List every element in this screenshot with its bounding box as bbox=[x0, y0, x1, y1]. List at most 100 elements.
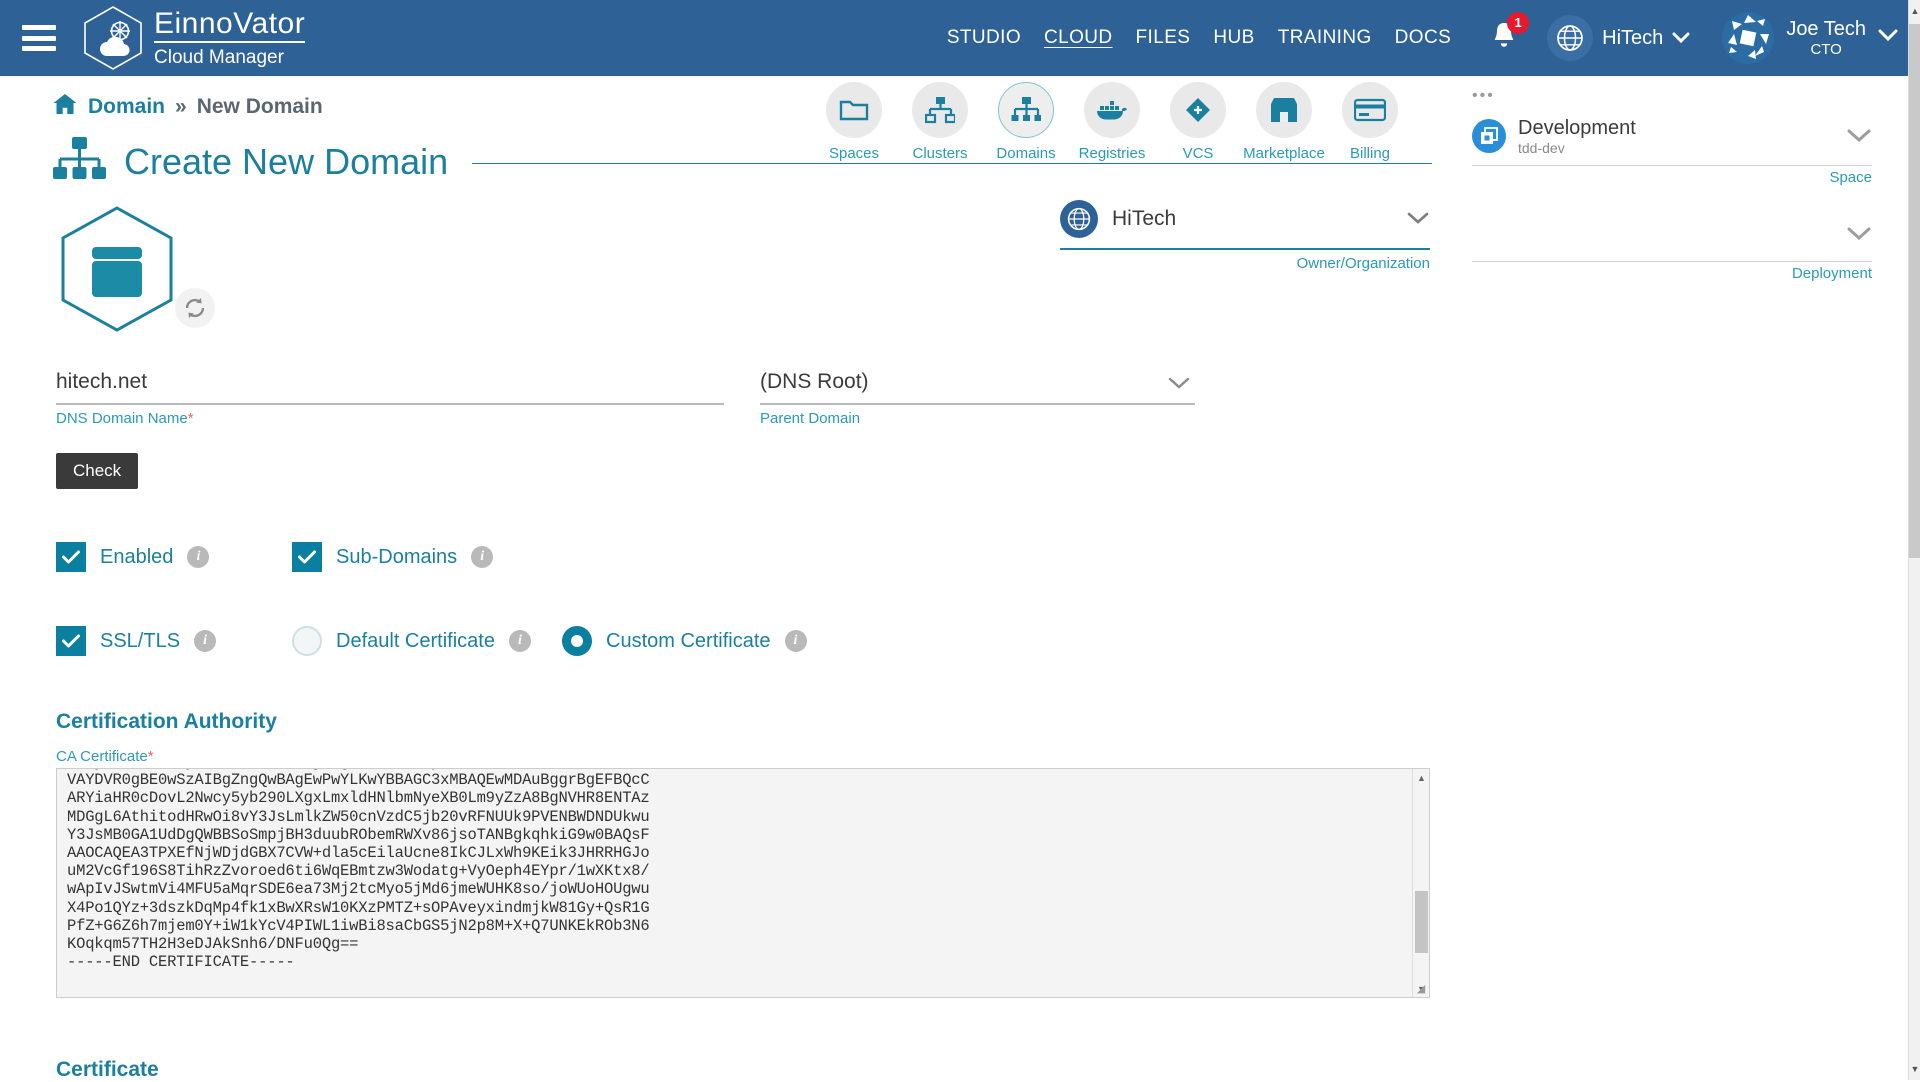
space-selector[interactable]: Development tdd-dev bbox=[1472, 110, 1872, 166]
chevron-down-icon[interactable] bbox=[1846, 123, 1872, 149]
nav-item-studio[interactable]: STUDIO bbox=[947, 27, 1021, 49]
custom-certificate-label: Custom Certificate bbox=[606, 629, 771, 652]
scrollbar-thumb[interactable] bbox=[1415, 891, 1428, 953]
scrollbar-thumb[interactable] bbox=[1909, 24, 1920, 558]
brand-subtitle: Cloud Manager bbox=[154, 47, 284, 68]
ca-certificate-label-row: CA Certificate* bbox=[56, 748, 154, 765]
option-ssl-tls[interactable]: SSL/TLS i bbox=[56, 626, 217, 656]
space-slug: tdd-dev bbox=[1518, 140, 1565, 156]
globe-icon bbox=[1547, 15, 1594, 61]
check-button[interactable]: Check bbox=[56, 453, 139, 489]
default-certificate-label: Default Certificate bbox=[336, 629, 495, 652]
check-icon bbox=[62, 634, 80, 648]
breadcrumb-separator: » bbox=[175, 95, 187, 118]
organization-label: HiTech bbox=[1602, 26, 1664, 49]
notification-badge: 1 bbox=[1507, 11, 1530, 34]
user-menu[interactable]: Joe Tech CTO bbox=[1722, 12, 1908, 64]
nav-item-training[interactable]: TRAINING bbox=[1278, 27, 1372, 49]
info-icon[interactable]: i bbox=[784, 630, 807, 652]
docker-whale-icon bbox=[1097, 101, 1127, 120]
scroll-up-icon[interactable]: ▲ bbox=[1909, 0, 1920, 22]
user-name: Joe Tech bbox=[1786, 17, 1866, 40]
notifications-button[interactable]: 1 bbox=[1489, 11, 1530, 57]
ca-certificate-text[interactable]: c3Ryb290Y2F4My5wN2MwHwYDVR0jBBgwFoAUxKex… bbox=[67, 769, 1397, 971]
chevron-down-icon[interactable] bbox=[1167, 372, 1191, 396]
toolbar-item-clusters[interactable]: Clusters bbox=[906, 82, 974, 162]
check-icon bbox=[298, 550, 316, 564]
enabled-checkbox[interactable] bbox=[56, 542, 86, 572]
toolbar-label-registries: Registries bbox=[1078, 145, 1146, 162]
page-scrollbar[interactable]: ▲ ▼ bbox=[1908, 0, 1920, 1080]
deployment-selector[interactable] bbox=[1472, 208, 1872, 262]
toolbar-item-registries[interactable]: Registries bbox=[1078, 82, 1146, 162]
dns-domain-name-value[interactable]: hitech.net bbox=[56, 370, 724, 403]
space-icon bbox=[1472, 119, 1506, 154]
folder-icon bbox=[839, 100, 869, 121]
cloud-hexagon-icon bbox=[82, 5, 144, 71]
enabled-label: Enabled bbox=[100, 545, 174, 568]
resize-grip-icon[interactable]: ◢ bbox=[1414, 982, 1428, 996]
domain-avatar bbox=[58, 205, 278, 332]
chevron-down-icon bbox=[1672, 27, 1690, 50]
nav-item-docs[interactable]: DOCS bbox=[1395, 27, 1452, 49]
certification-authority-heading: Certification Authority bbox=[56, 710, 277, 733]
menu-toggle-icon[interactable] bbox=[22, 25, 56, 51]
ca-certificate-textarea[interactable]: c3Ryb290Y2F4My5wN2MwHwYDVR0jBBgwFoAUxKex… bbox=[56, 768, 1430, 998]
ssl-tls-checkbox[interactable] bbox=[56, 626, 86, 656]
cluster-icon bbox=[925, 97, 955, 124]
page-title: Create New Domain bbox=[124, 140, 449, 182]
textarea-scrollbar[interactable]: ▲ ▼ bbox=[1412, 769, 1429, 997]
toolbar-label-billing: Billing bbox=[1349, 145, 1391, 162]
option-enabled[interactable]: Enabled i bbox=[56, 542, 210, 572]
domains-icon bbox=[1011, 97, 1041, 121]
info-icon[interactable]: i bbox=[194, 630, 217, 652]
certificate-heading: Certificate bbox=[56, 1058, 159, 1081]
toolbar-item-vcs[interactable]: VCS bbox=[1164, 82, 1232, 162]
info-icon[interactable]: i bbox=[187, 546, 210, 568]
sub-domains-label: Sub-Domains bbox=[336, 545, 458, 568]
scroll-down-icon[interactable]: ▼ bbox=[1909, 1058, 1920, 1080]
deployment-field-caption: Deployment bbox=[1791, 264, 1872, 282]
owner-value: HiTech bbox=[1112, 207, 1177, 230]
parent-domain-field[interactable]: (DNS Root) Parent Domain bbox=[760, 370, 1195, 427]
marketplace-icon bbox=[1271, 98, 1297, 122]
space-name: Development bbox=[1518, 117, 1636, 139]
option-custom-certificate[interactable]: Custom Certificate i bbox=[562, 626, 807, 656]
space-field-caption: Space bbox=[1829, 168, 1872, 186]
brand-name: EinnoVator bbox=[154, 9, 306, 43]
custom-certificate-radio[interactable] bbox=[562, 626, 592, 656]
chevron-down-icon[interactable] bbox=[1846, 221, 1872, 247]
refresh-avatar-button[interactable] bbox=[175, 288, 215, 328]
sub-domains-checkbox[interactable] bbox=[292, 542, 322, 572]
toolbar-item-domains[interactable]: Domains bbox=[992, 82, 1060, 162]
panel-more-icon[interactable]: ••• bbox=[1472, 88, 1872, 104]
space-panel: ••• Development tdd-dev Space Deployment bbox=[1472, 88, 1872, 282]
option-default-certificate[interactable]: Default Certificate i bbox=[292, 626, 531, 656]
toolbar-item-billing[interactable]: Billing bbox=[1336, 82, 1404, 162]
breadcrumb-domain[interactable]: Domain bbox=[88, 95, 165, 119]
check-icon bbox=[62, 550, 80, 564]
nav-item-files[interactable]: FILES bbox=[1136, 27, 1191, 49]
toolbar-label-spaces: Spaces bbox=[828, 145, 880, 162]
info-icon[interactable]: i bbox=[508, 630, 531, 652]
scroll-up-icon[interactable]: ▲ bbox=[1413, 769, 1429, 786]
chevron-down-icon[interactable] bbox=[1406, 208, 1430, 231]
nav-item-hub[interactable]: HUB bbox=[1213, 27, 1254, 49]
toolbar-item-marketplace[interactable]: Marketplace bbox=[1243, 82, 1325, 162]
owner-organization-field[interactable]: HiTech Owner/Organization bbox=[1060, 200, 1430, 272]
info-icon[interactable]: i bbox=[471, 546, 494, 568]
user-role: CTO bbox=[1810, 40, 1842, 58]
toolbar-item-spaces[interactable]: Spaces bbox=[820, 82, 888, 162]
owner-caption: Owner/Organization bbox=[1296, 255, 1430, 272]
organization-selector[interactable]: HiTech bbox=[1541, 15, 1706, 61]
app-logo[interactable]: EinnoVator Cloud Manager bbox=[82, 5, 306, 71]
dns-domain-name-field[interactable]: hitech.net DNS Domain Name* bbox=[56, 370, 724, 427]
option-sub-domains[interactable]: Sub-Domains i bbox=[292, 542, 494, 572]
required-marker: * bbox=[187, 410, 194, 427]
main-nav: STUDIO CLOUD FILES HUB TRAINING DOCS bbox=[947, 27, 1451, 49]
home-icon[interactable] bbox=[52, 92, 78, 122]
nav-item-cloud[interactable]: CLOUD bbox=[1044, 27, 1113, 49]
toolbar-label-vcs: VCS bbox=[1182, 145, 1214, 162]
breadcrumb: Domain » New Domain bbox=[52, 92, 323, 122]
default-certificate-radio[interactable] bbox=[292, 626, 322, 656]
